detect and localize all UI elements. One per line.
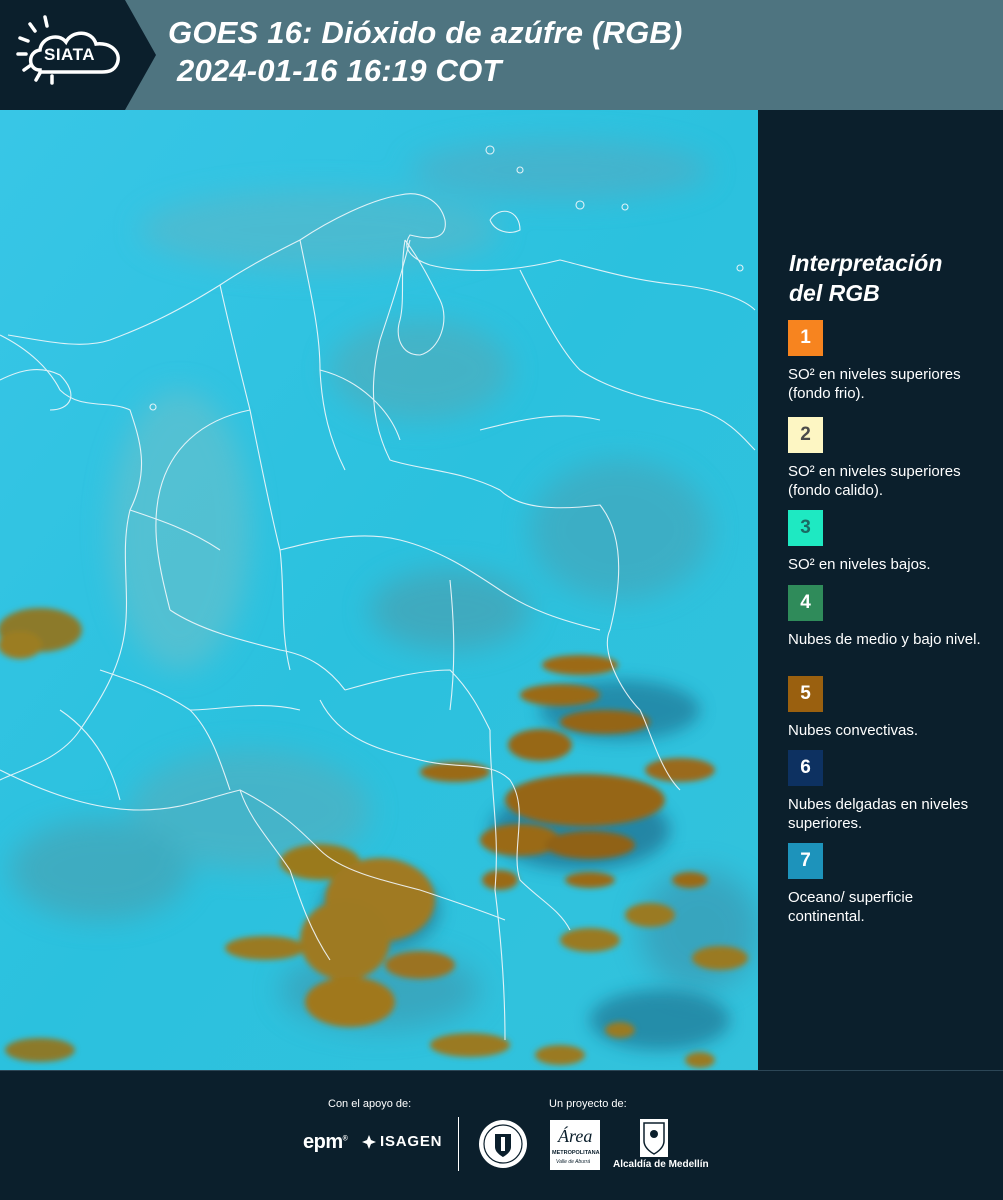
header: SIATA GOES 16: Dióxido de azúfre (RGB) 2…	[0, 0, 1003, 110]
legend-swatch: 4	[788, 585, 823, 621]
siata-logo[interactable]: SIATA	[0, 0, 160, 110]
legend-label: Nubes de medio y bajo nivel.	[788, 631, 981, 648]
epm-logo[interactable]: epm®	[303, 1131, 348, 1154]
legend-label: Nubes convectivas.	[788, 722, 919, 739]
satellite-map[interactable]	[0, 110, 758, 1070]
footer-divider	[458, 1117, 459, 1171]
isagen-icon	[362, 1134, 376, 1149]
legend-item-1: 1 SO² en niveles superiores (fondo frio)…	[788, 320, 988, 403]
logo-text: SIATA	[44, 45, 95, 64]
legend-item-6: 6 Nubes delgadas en niveles superiores.	[788, 750, 988, 833]
legend-title: Interpretación del RGB	[789, 248, 942, 308]
legend-label: SO² en niveles bajos.	[788, 556, 931, 573]
alcaldia-shield-icon[interactable]	[640, 1119, 668, 1157]
legend-swatch: 5	[788, 676, 823, 712]
area-text: Área	[558, 1126, 593, 1146]
legend-label: Nubes delgadas en niveles superiores.	[788, 796, 969, 832]
medellin-seal-icon[interactable]	[478, 1119, 528, 1169]
legend-item-7: 7 Oceano/ superficie continental.	[788, 843, 988, 926]
title-line-2: 2024-01-16 16:19 COT	[177, 53, 502, 88]
legend-swatch: 7	[788, 843, 823, 879]
legend-swatch: 3	[788, 510, 823, 546]
footer: Con el apoyo de: Un proyecto de: epm® IS…	[0, 1070, 1003, 1200]
legend-label: SO² en niveles superiores (fondo calido)…	[788, 463, 961, 499]
page-title: GOES 16: Dióxido de azúfre (RGB) 2024-01…	[168, 14, 683, 90]
legend-title-line-1: Interpretación	[789, 250, 943, 276]
alcaldia-text: Alcaldía de Medellín	[613, 1159, 709, 1170]
legend-item-4: 4 Nubes de medio y bajo nivel.	[788, 585, 988, 649]
epm-text: epm	[303, 1131, 343, 1153]
support-label: Con el apoyo de:	[328, 1098, 412, 1110]
area-subtext: METROPOLITANA	[552, 1150, 600, 1156]
legend-item-5: 5 Nubes convectivas.	[788, 676, 988, 740]
legend-label: Oceano/ superficie continental.	[788, 889, 914, 925]
legend-title-line-2: del RGB	[789, 280, 880, 306]
title-line-1: GOES 16: Dióxido de azúfre (RGB)	[168, 15, 683, 50]
legend-swatch: 6	[788, 750, 823, 786]
area-subtext-2: Valle de Aburrá	[556, 1159, 591, 1165]
project-label: Un proyecto de:	[549, 1098, 627, 1110]
legend-item-2: 2 SO² en niveles superiores (fondo calid…	[788, 417, 988, 500]
legend-panel: Interpretación del RGB 1 SO² en niveles …	[758, 110, 1003, 1070]
legend-swatch: 1	[788, 320, 823, 356]
legend-item-3: 3 SO² en niveles bajos.	[788, 510, 988, 574]
isagen-logo[interactable]: ISAGEN	[361, 1133, 442, 1150]
isagen-text: ISAGEN	[380, 1133, 443, 1150]
area-metropolitana-logo[interactable]: Área METROPOLITANA Valle de Aburrá	[550, 1120, 600, 1175]
legend-swatch: 2	[788, 417, 823, 453]
legend-label: SO² en niveles superiores (fondo frio).	[788, 366, 961, 402]
